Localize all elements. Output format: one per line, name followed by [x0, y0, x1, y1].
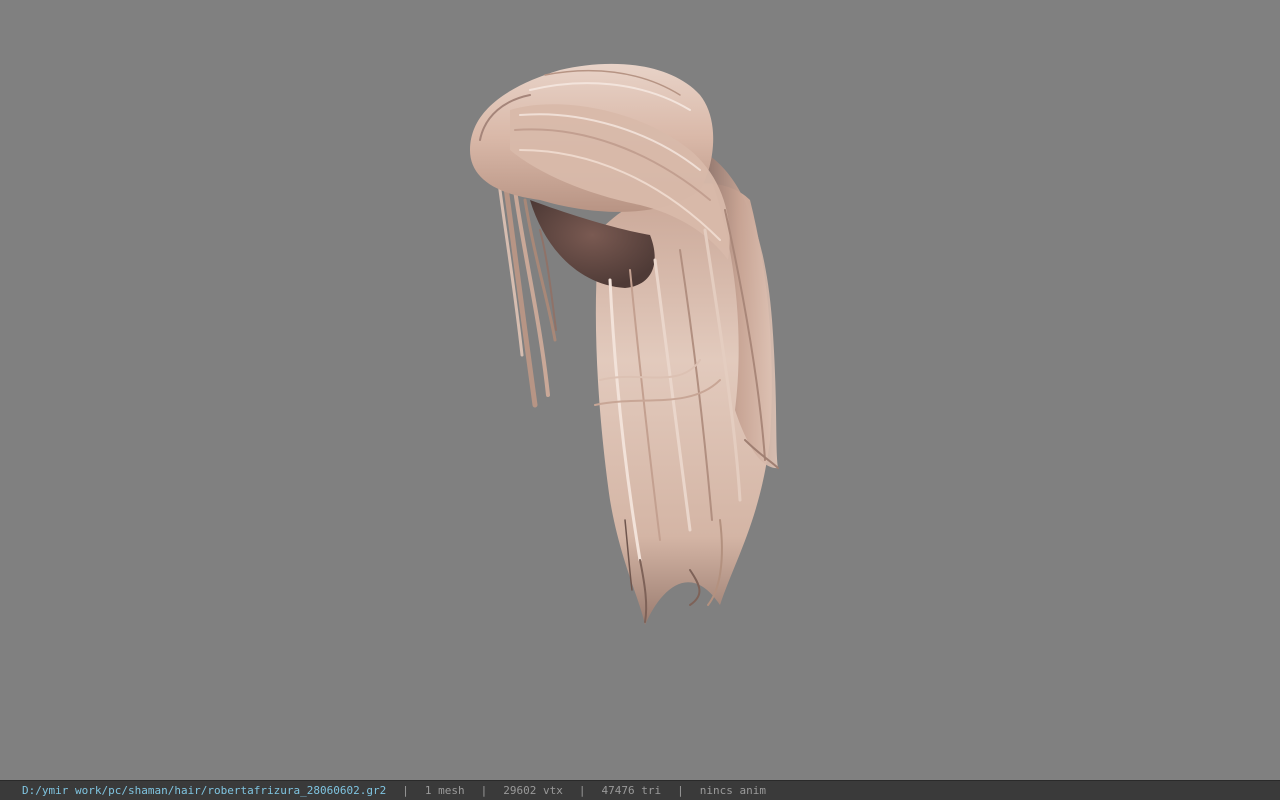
vertex-count-label: 29602 vtx — [503, 784, 563, 797]
file-path-label: D:/ymir work/pc/shaman/hair/robertafrizu… — [22, 784, 387, 797]
status-bar: D:/ymir work/pc/shaman/hair/robertafrizu… — [0, 780, 1280, 800]
3d-viewport[interactable] — [0, 0, 1280, 780]
anim-status-label: nincs anim — [699, 784, 766, 797]
mesh-count-label: 1 mesh — [424, 784, 465, 797]
status-separator: | — [677, 784, 684, 797]
status-separator: | — [402, 784, 409, 797]
status-separator: | — [480, 784, 488, 797]
triangle-count-label: 47476 tri — [601, 784, 662, 797]
status-separator: | — [578, 784, 586, 797]
hair-model-render — [470, 63, 779, 625]
